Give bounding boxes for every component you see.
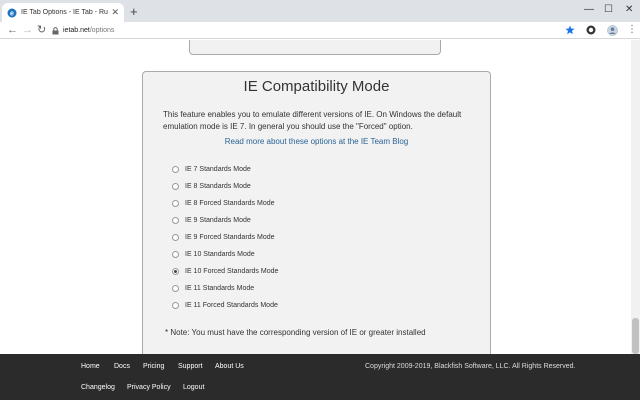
back-icon[interactable]: ← [7, 23, 18, 37]
radio-ie8-forced[interactable]: IE 8 Forced Standards Mode [172, 197, 275, 209]
reload-icon[interactable]: ↻ [37, 23, 46, 37]
footer-link-pricing[interactable]: Pricing [143, 363, 164, 370]
radio-label: IE 11 Forced Standards Mode [185, 301, 278, 309]
radio-ie9-standards[interactable]: IE 9 Standards Mode [172, 214, 251, 226]
radio-button[interactable] [172, 165, 179, 173]
address-bar[interactable]: ietab.net/options [52, 24, 582, 37]
radio-button[interactable] [172, 250, 179, 258]
new-tab-icon[interactable]: + [130, 5, 138, 18]
lock-icon [52, 26, 59, 34]
radio-button[interactable] [172, 216, 179, 224]
version-note: * Note: You must have the corresponding … [165, 328, 426, 337]
panel-description: This feature enables you to emulate diff… [163, 110, 462, 131]
url-host: ietab.net [63, 27, 90, 34]
radio-ie10-forced[interactable]: IE 10 Forced Standards Mode [172, 265, 278, 277]
close-icon[interactable]: ✕ [111, 8, 119, 17]
radio-button[interactable] [172, 284, 179, 292]
radio-button[interactable] [172, 182, 179, 190]
radio-button[interactable] [172, 199, 179, 207]
browser-tab[interactable]: e IE Tab Options - IE Tab - Run Inter ✕ [2, 3, 124, 22]
tab-strip: e IE Tab Options - IE Tab - Run Inter ✕ … [0, 0, 640, 22]
radio-ie9-forced[interactable]: IE 9 Forced Standards Mode [172, 231, 275, 243]
footer-link-changelog[interactable]: Changelog [81, 384, 115, 391]
radio-ie10-standards[interactable]: IE 10 Standards Mode [172, 248, 255, 260]
radio-button[interactable] [172, 233, 179, 241]
previous-section-box [189, 40, 441, 55]
copyright-text: Copyright 2009-2019, Blackfish Software,… [365, 363, 576, 370]
minimize-icon[interactable]: — [584, 4, 594, 16]
url-path: /options [89, 27, 115, 34]
radio-ie11-standards[interactable]: IE 11 Standards Mode [172, 282, 254, 294]
ie-compat-panel: IE Compatibility Mode This feature enabl… [142, 71, 491, 354]
scrollbar-thumb[interactable] [632, 318, 639, 354]
svg-text:e: e [10, 10, 14, 17]
radio-label: IE 7 Standards Mode [185, 165, 251, 173]
radio-ie11-forced[interactable]: IE 11 Forced Standards Mode [172, 299, 278, 311]
extension-icon[interactable] [586, 25, 596, 35]
radio-button[interactable] [172, 301, 179, 309]
profile-avatar-icon[interactable] [607, 25, 618, 36]
footer-link-docs[interactable]: Docs [114, 363, 130, 370]
menu-icon[interactable]: ⋮ [627, 23, 637, 37]
radio-ie7-standards[interactable]: IE 7 Standards Mode [172, 163, 251, 175]
radio-label: IE 8 Standards Mode [185, 182, 251, 190]
browser-toolbar: ← → ↻ ietab.net/options ⋮ [0, 22, 640, 39]
radio-label: IE 11 Standards Mode [185, 284, 255, 292]
page-scrollbar[interactable] [631, 40, 640, 354]
footer-link-logout[interactable]: Logout [183, 384, 204, 391]
footer-link-privacy[interactable]: Privacy Policy [127, 384, 171, 391]
page-content: IE Compatibility Mode This feature enabl… [0, 40, 631, 354]
radio-label: IE 8 Forced Standards Mode [185, 199, 275, 207]
radio-label: IE 10 Forced Standards Mode [185, 267, 279, 275]
footer-link-support[interactable]: Support [178, 363, 203, 370]
forward-icon[interactable]: → [22, 23, 33, 37]
maximize-icon[interactable]: ☐ [604, 4, 613, 16]
footer-link-home[interactable]: Home [81, 363, 100, 370]
radio-label: IE 9 Standards Mode [185, 216, 251, 224]
read-more-link[interactable]: Read more about these options at the IE … [143, 137, 490, 146]
footer-link-about[interactable]: About Us [215, 363, 244, 370]
panel-heading: IE Compatibility Mode [243, 78, 390, 95]
site-footer: Home Docs Pricing Support About Us Copyr… [0, 354, 640, 400]
radio-button-selected[interactable] [172, 267, 179, 275]
window-close-icon[interactable]: ✕ [625, 4, 633, 16]
radio-label: IE 9 Forced Standards Mode [185, 233, 275, 241]
radio-ie8-standards[interactable]: IE 8 Standards Mode [172, 180, 251, 192]
radio-label: IE 10 Standards Mode [185, 250, 255, 258]
bookmark-star-icon[interactable] [565, 25, 575, 35]
ie-tab-favicon: e [7, 8, 17, 17]
tab-title: IE Tab Options - IE Tab - Run Inter [21, 9, 108, 16]
